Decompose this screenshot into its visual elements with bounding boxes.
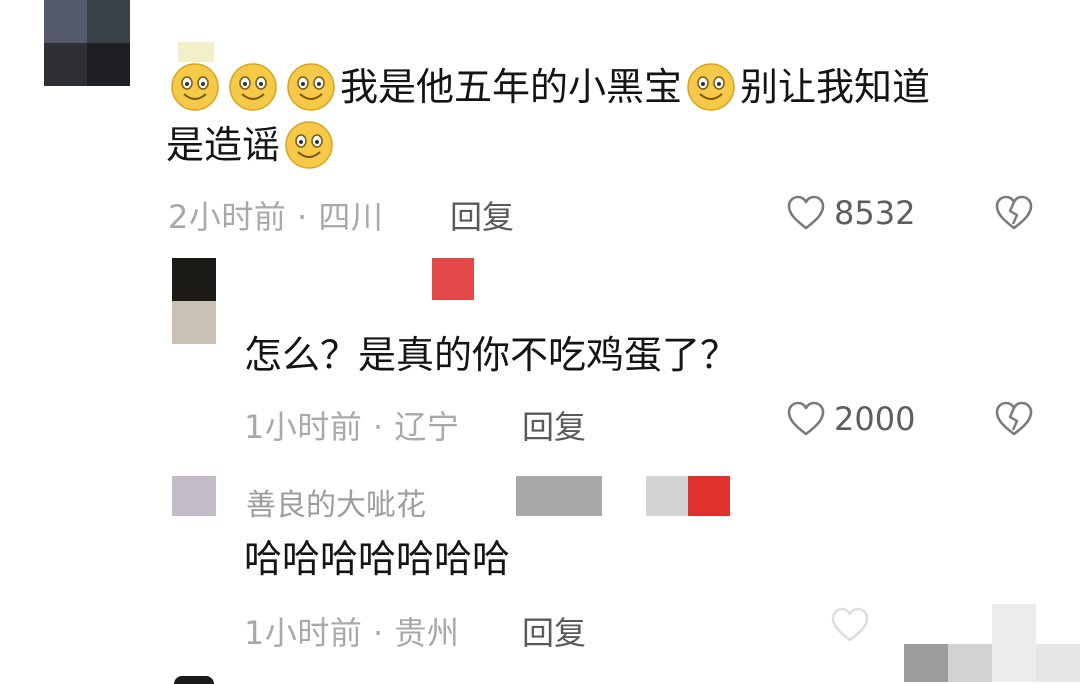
heart-outline-icon[interactable] (786, 400, 826, 438)
like-count: 8532 (834, 194, 916, 232)
reply-button[interactable]: 回复 (522, 608, 586, 654)
meta-separator: · (373, 614, 384, 652)
comment-text: 怎么？是真的你不吃鸡蛋了？ (244, 333, 739, 377)
comment-time: 1小时前 (244, 614, 363, 652)
username[interactable]: 善良的大呲花 (246, 480, 426, 524)
avatar[interactable] (44, 0, 130, 86)
meta-separator: · (297, 198, 308, 236)
avatar[interactable] (172, 258, 216, 344)
comment-location: 辽宁 (394, 408, 460, 446)
broken-heart-icon[interactable] (994, 400, 1034, 438)
comment-location: 四川 (318, 198, 384, 236)
avatar[interactable] (172, 476, 216, 516)
broken-heart-icon[interactable] (994, 194, 1034, 232)
comment-text-part: 我是他五年的小黑宝 (340, 65, 683, 109)
smiley-face-icon (687, 62, 735, 111)
reply-button[interactable]: 回复 (522, 402, 586, 448)
smiley-face-icon (171, 62, 219, 111)
comment-text-part: 是造谣 (166, 123, 281, 167)
comment-meta: 1小时前 · 贵州 (244, 608, 459, 654)
mosaic-fragment (688, 476, 730, 516)
meta-separator: · (373, 408, 384, 446)
mosaic-fragment (432, 258, 474, 300)
heart-outline-icon[interactable] (786, 194, 826, 232)
comment-text: 哈哈哈哈哈哈哈 (244, 537, 511, 581)
avatar[interactable] (174, 676, 214, 684)
like-count: 2000 (834, 400, 916, 438)
comment-location: 贵州 (394, 614, 460, 652)
comment-meta: 2小时前 · 四川 (168, 192, 383, 238)
smiley-face-icon (287, 62, 335, 111)
mosaic-fragment (992, 604, 1036, 682)
mosaic-fragment (948, 644, 992, 682)
mosaic-fragment (1036, 644, 1080, 682)
mosaic-fragment (646, 476, 688, 516)
comment-time: 2小时前 (168, 198, 287, 236)
mosaic-fragment (516, 476, 602, 516)
comment-text: 我是他五年的小黑宝 别让我知道 (166, 58, 930, 116)
comment-text-line2: 是造谣 (166, 116, 338, 174)
comment-time: 1小时前 (244, 408, 363, 446)
reply-button[interactable]: 回复 (450, 192, 514, 238)
comment-meta: 1小时前 · 辽宁 (244, 402, 459, 448)
mosaic-fragment (904, 644, 948, 682)
smiley-face-icon (285, 120, 333, 169)
heart-outline-icon[interactable] (830, 606, 870, 644)
comment-text-part: 别让我知道 (740, 65, 931, 109)
smiley-face-icon (229, 62, 277, 111)
